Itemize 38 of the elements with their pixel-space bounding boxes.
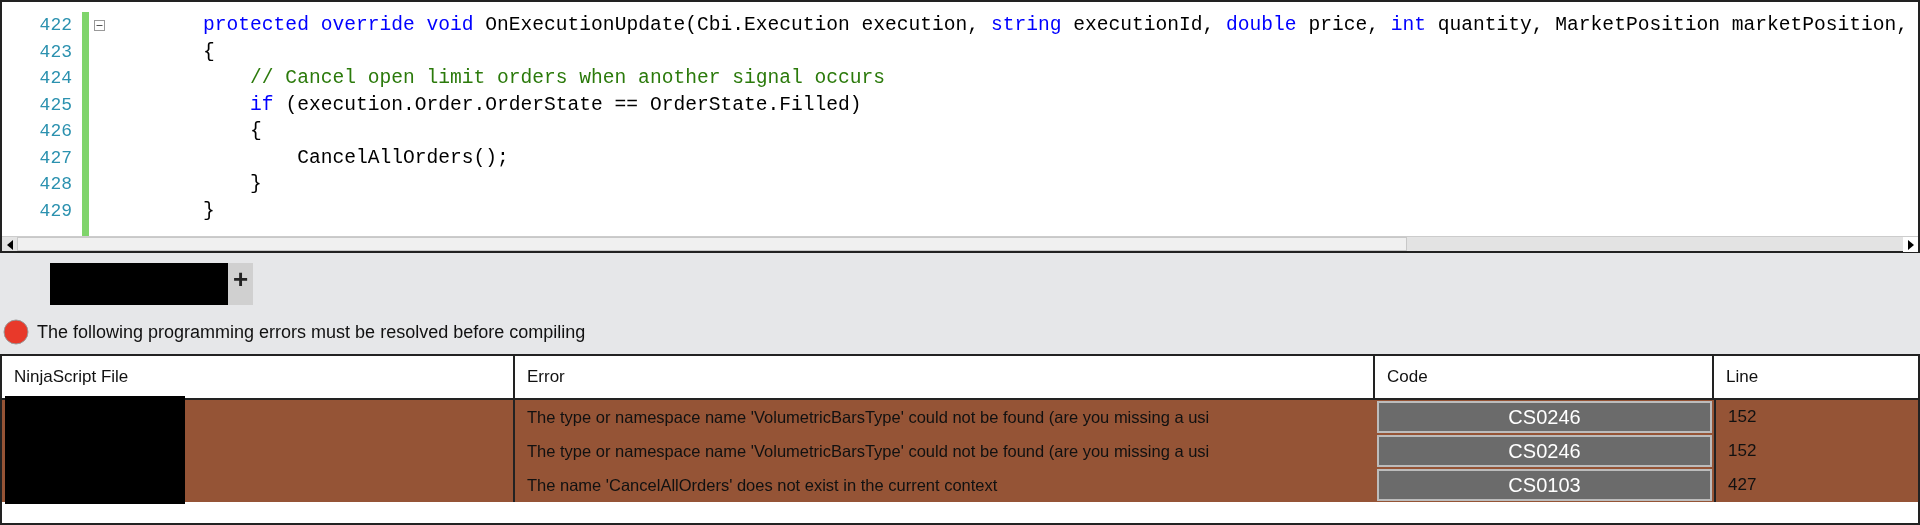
error-text: The type or namespace name 'VolumetricBarsType' could not be found (are you missing a usi — [527, 440, 1210, 462]
add-tab-button[interactable]: + — [228, 263, 253, 305]
horizontal-scrollbar[interactable] — [2, 236, 1918, 251]
code-line: CancelAllOrders(); — [296, 145, 510, 171]
code-line: protected override void OnExecutionUpdate(Cbi.Execution execution, string executionId, double price, int quantity, MarketPosition marketPosition, — [202, 13, 1910, 38]
column-header[interactable]: Error — [515, 356, 1375, 398]
line-number: 422 — [39, 14, 72, 37]
code-line: { — [202, 39, 216, 65]
code-line: { — [249, 119, 263, 144]
collapse-icon[interactable] — [93, 19, 105, 31]
column-header[interactable]: Line — [1714, 356, 1918, 398]
line-number-cell-text: 427 — [1728, 474, 1757, 497]
code-line: if (execution.Order.OrderState == OrderState.Filled) — [249, 92, 863, 118]
error-code: CS0103 — [1377, 469, 1712, 501]
line-number-cell-text: 152 — [1728, 406, 1757, 429]
error-text: The name 'CancelAllOrders' does not exist in the current context — [527, 474, 998, 496]
error-message: The following programming errors must be resolved before compiling — [37, 320, 586, 344]
error-row[interactable]: The name 'CancelAllOrders' does not exist in the current context CS0103 427 — [2, 468, 1918, 502]
error-text: The type or namespace name 'VolumetricBarsType' could not be found (are you missing a usi — [527, 406, 1210, 428]
error-icon — [3, 319, 29, 345]
code-line: } — [202, 198, 216, 224]
line-number: 427 — [39, 146, 72, 170]
line-number-cell-text: 152 — [1728, 440, 1757, 463]
error-row[interactable]: The type or namespace name 'VolumetricBarsType' could not be found (are you missing a usi CS0246 152 — [2, 400, 1918, 434]
line-number: 429 — [39, 199, 72, 223]
scrollbar-thumb[interactable] — [17, 237, 1407, 251]
line-number: 428 — [39, 173, 72, 196]
column-header[interactable]: Code — [1375, 356, 1714, 398]
error-code: CS0246 — [1377, 401, 1712, 433]
line-number: 424 — [39, 67, 72, 90]
code-line: // Cancel open limit orders when another signal occurs — [249, 66, 887, 91]
code-line: } — [249, 172, 263, 197]
line-number: 425 — [39, 93, 72, 117]
error-row[interactable]: The type or namespace name 'VolumetricBarsType' could not be found (are you missing a usi CS0246 152 — [2, 434, 1918, 468]
scroll-right-icon[interactable] — [1903, 237, 1918, 252]
error-code: CS0246 — [1377, 435, 1712, 467]
line-number: 426 — [39, 120, 72, 143]
line-number: 423 — [39, 40, 72, 64]
